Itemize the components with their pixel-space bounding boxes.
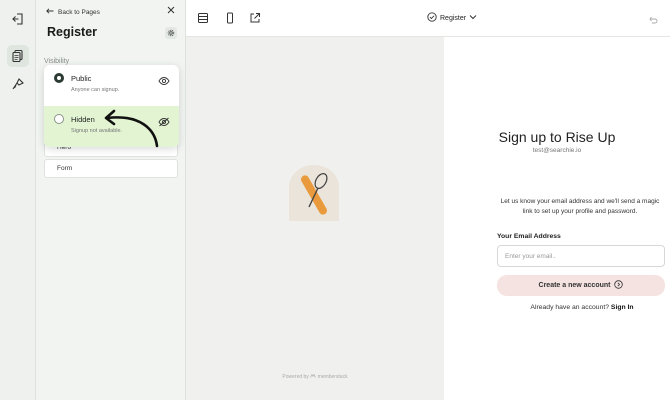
exit-icon[interactable] [7, 8, 29, 30]
sign-in-link[interactable]: Sign In [611, 304, 634, 311]
powered-by: Powered by memberstack [186, 373, 444, 380]
brush-icon[interactable] [7, 73, 29, 95]
signup-heading: Sign up to Rise Up [498, 129, 616, 145]
preview-left-pane: Powered by memberstack [186, 37, 444, 400]
back-label: Back to Pages [58, 8, 100, 16]
eye-off-icon [158, 114, 170, 127]
signup-description: Let us know your email address and we'll… [500, 198, 660, 215]
option-description: Signup not available. [71, 128, 123, 134]
brand-name: memberstack [317, 374, 348, 380]
visibility-dropdown: Public Anyone can signup. Hidden Signup … [44, 65, 179, 147]
create-account-label: Create a new account [538, 282, 611, 289]
close-icon[interactable] [167, 6, 175, 16]
preview-right-pane: Sign up to Rise Up test@searchie.io Let … [444, 37, 670, 400]
radio-selected[interactable] [54, 73, 64, 83]
gear-icon[interactable] [165, 27, 177, 39]
section-label: Form [57, 165, 73, 172]
account-email: test@searchie.io [532, 147, 582, 154]
already-text: Already have an account? [530, 304, 610, 311]
page-settings-panel: Back to Pages Register Visibility Hero F… [36, 0, 186, 400]
sign-in-prompt: Already have an account? Sign In [444, 304, 670, 311]
pages-icon[interactable] [7, 45, 29, 67]
option-description: Anyone can signup. [71, 87, 120, 93]
page-selector-label: Register [440, 14, 467, 22]
external-link-icon[interactable] [249, 12, 261, 24]
visibility-option-public[interactable]: Public Anyone can signup. [44, 65, 179, 106]
desktop-view-icon[interactable] [197, 12, 209, 24]
powered-by-text: Powered by [282, 374, 309, 380]
visibility-label: Visibility [44, 58, 70, 65]
eye-icon [158, 73, 170, 85]
visibility-option-hidden[interactable]: Hidden Signup not available. [44, 106, 179, 147]
email-field[interactable] [497, 245, 665, 267]
create-account-button[interactable]: Create a new account [497, 275, 665, 296]
arrow-right-circle-icon [614, 280, 624, 291]
panel-title: Register [47, 25, 98, 39]
option-label: Hidden [71, 115, 95, 124]
mobile-view-icon[interactable] [224, 12, 236, 24]
check-circle-icon [427, 12, 437, 24]
baking-illustration-icon [289, 165, 339, 221]
icon-rail [0, 0, 36, 400]
undo-icon[interactable] [648, 12, 658, 30]
back-to-pages-link[interactable]: Back to Pages [46, 8, 100, 16]
editor-toolbar: Register [186, 0, 670, 37]
arrow-left-icon [46, 8, 54, 16]
email-field-label: Your Email Address [497, 233, 561, 240]
option-label: Public [71, 74, 92, 83]
section-item-form[interactable]: Form [44, 159, 178, 178]
editor-canvas: Register Powered by memberstack Sign up … [186, 0, 670, 400]
chevron-down-icon [469, 14, 477, 22]
brand-logo-icon [310, 373, 317, 380]
radio-unselected[interactable] [54, 114, 64, 124]
page-selector[interactable]: Register [427, 12, 477, 24]
